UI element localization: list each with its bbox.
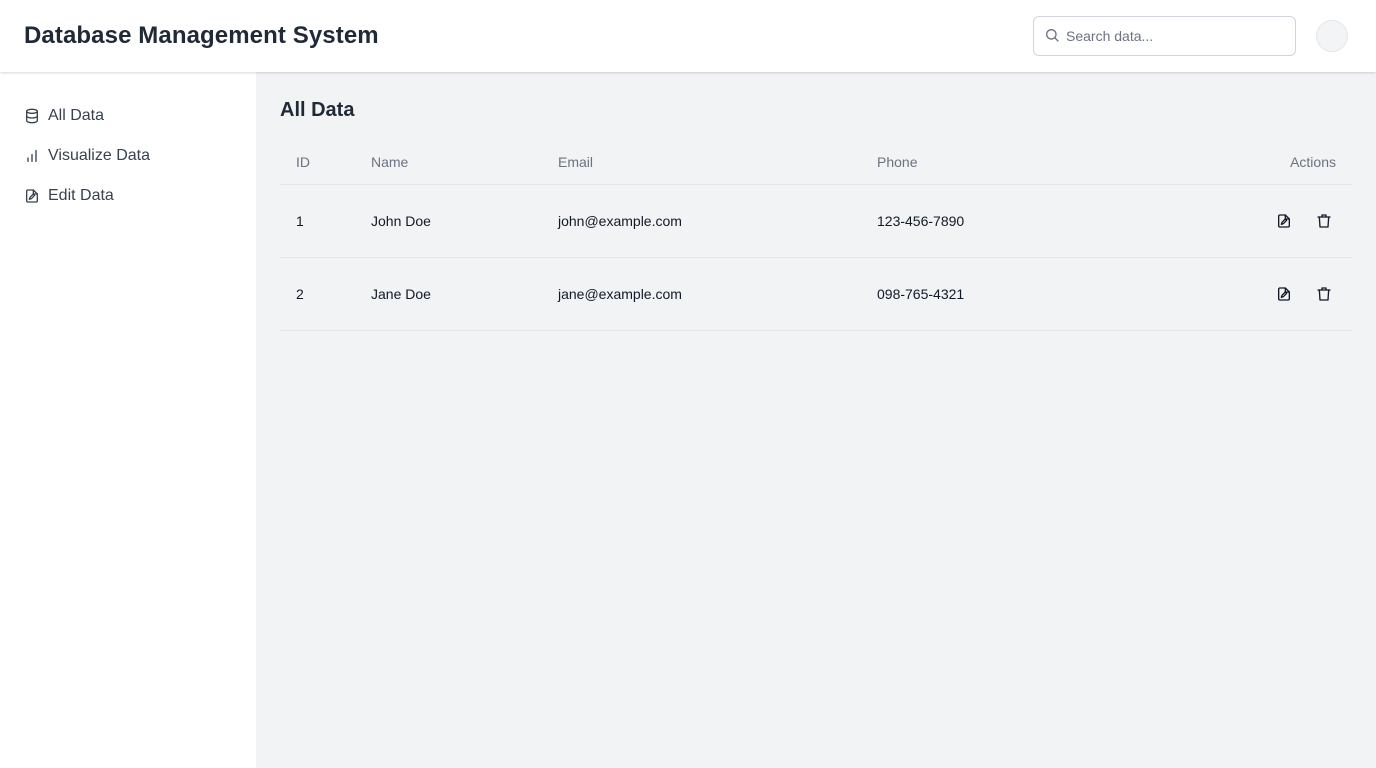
delete-row-button[interactable] bbox=[1312, 282, 1336, 306]
sidebar-item-all-data[interactable]: All Data bbox=[0, 96, 256, 136]
cell-name: John Doe bbox=[371, 213, 431, 229]
delete-row-button[interactable] bbox=[1312, 209, 1336, 233]
search-icon bbox=[1044, 27, 1060, 43]
cell-phone: 123-456-7890 bbox=[877, 213, 965, 229]
sidebar-item-label: All Data bbox=[48, 107, 105, 124]
app-header: Database Management System bbox=[0, 0, 1376, 72]
search-input[interactable] bbox=[1066, 18, 1291, 54]
sidebar: All Data Visualize Data Edit Data bbox=[0, 72, 256, 768]
trash-icon bbox=[1317, 214, 1331, 228]
column-header-phone: Phone bbox=[877, 154, 918, 170]
cell-email: jane@example.com bbox=[558, 286, 682, 302]
cell-actions bbox=[1177, 209, 1352, 233]
cell-id: 1 bbox=[296, 213, 304, 229]
cell-id: 2 bbox=[296, 286, 304, 302]
data-table: ID Name Email Phone Actions 1 John Doe j… bbox=[280, 140, 1352, 331]
sidebar-item-label: Edit Data bbox=[48, 187, 114, 204]
cell-email: john@example.com bbox=[558, 213, 682, 229]
column-header-email: Email bbox=[558, 154, 594, 170]
app-title: Database Management System bbox=[24, 22, 379, 49]
cell-actions bbox=[1177, 282, 1352, 306]
trash-icon bbox=[1317, 287, 1331, 301]
bar-chart-icon bbox=[24, 148, 40, 164]
table-header: ID Name Email Phone Actions bbox=[280, 140, 1352, 185]
search-box[interactable] bbox=[1033, 16, 1296, 56]
table-row: 1 John Doe john@example.com 123-456-7890 bbox=[280, 185, 1352, 258]
page-title: All Data bbox=[280, 99, 355, 121]
sidebar-item-edit-data[interactable]: Edit Data bbox=[0, 176, 256, 216]
edit-row-button[interactable] bbox=[1272, 209, 1296, 233]
database-icon bbox=[24, 108, 40, 124]
column-header-actions: Actions bbox=[1290, 154, 1336, 170]
file-edit-icon bbox=[1278, 214, 1290, 228]
cell-phone: 098-765-4321 bbox=[877, 286, 965, 302]
user-avatar[interactable] bbox=[1316, 20, 1348, 52]
file-edit-icon bbox=[1278, 287, 1290, 301]
column-header-id: ID bbox=[296, 154, 310, 170]
edit-row-button[interactable] bbox=[1272, 282, 1296, 306]
cell-name: Jane Doe bbox=[371, 286, 431, 302]
table-row: 2 Jane Doe jane@example.com 098-765-4321 bbox=[280, 258, 1352, 331]
file-edit-icon bbox=[24, 188, 40, 204]
column-header-name: Name bbox=[371, 154, 409, 170]
main-content: All Data ID Name Email Phone Actions 1 J… bbox=[256, 72, 1376, 768]
sidebar-item-visualize-data[interactable]: Visualize Data bbox=[0, 136, 256, 176]
sidebar-item-label: Visualize Data bbox=[48, 147, 150, 164]
